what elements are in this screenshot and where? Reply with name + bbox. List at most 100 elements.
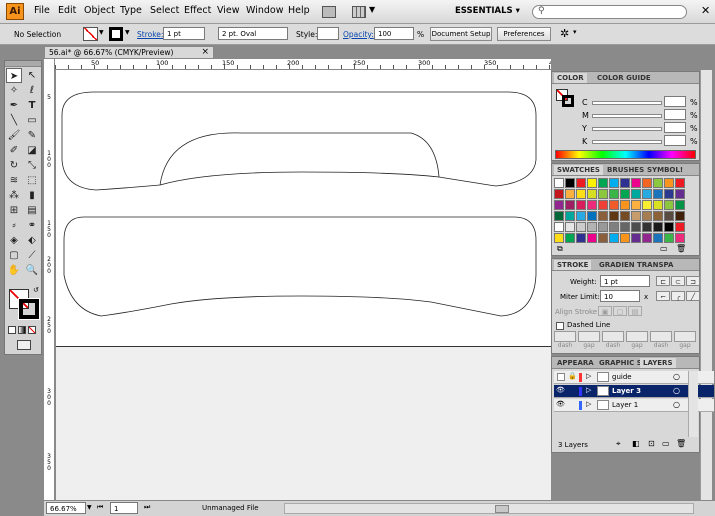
swap-fill-stroke-icon[interactable]: ↺ [33, 286, 39, 294]
rectangle-tool-icon[interactable]: ▭ [24, 113, 40, 128]
channel-slider[interactable] [592, 140, 662, 144]
color-swatch[interactable] [642, 233, 652, 243]
align-outside-icon[interactable]: ▤ [628, 306, 642, 316]
horizontal-ruler[interactable]: 50 100 150 200 250 300 350 400 450 [55, 59, 551, 70]
eyedropper-tool-icon[interactable]: ⸗ [6, 218, 22, 233]
lock-icon[interactable]: 🔒 [568, 372, 577, 380]
color-swatch[interactable] [554, 222, 564, 232]
opacity-label[interactable]: Opacity: [343, 30, 374, 39]
color-swatch[interactable] [642, 200, 652, 210]
color-swatch[interactable] [620, 200, 630, 210]
color-swatch[interactable] [642, 178, 652, 188]
vertical-scrollbar[interactable] [700, 70, 712, 500]
color-swatch[interactable] [598, 178, 608, 188]
stroke-weight-field[interactable]: 1 pt [163, 27, 205, 40]
color-swatch[interactable] [598, 200, 608, 210]
eraser-tool-icon[interactable]: ◪ [24, 143, 40, 158]
paintbrush-tool-icon[interactable]: 🖌 [6, 128, 22, 143]
color-spectrum[interactable] [555, 150, 696, 159]
new-sublayer-icon[interactable]: ⊡ [648, 439, 655, 448]
delete-swatch-icon[interactable]: 🗑 [676, 244, 686, 253]
pasteboard[interactable] [56, 346, 551, 500]
color-swatch[interactable] [554, 189, 564, 199]
color-swatch[interactable] [653, 200, 663, 210]
line-tool-icon[interactable]: ╲ [6, 113, 22, 128]
color-swatch[interactable] [664, 189, 674, 199]
vertical-ruler[interactable]: 5 1 0 0 1 5 0 2 0 0 2 5 0 3 0 0 3 5 0 [44, 59, 55, 500]
channel-slider[interactable] [592, 114, 662, 118]
target-circle-icon[interactable]: ○ [673, 400, 680, 409]
search-input[interactable]: ⚲ [532, 5, 687, 19]
selection-tool-icon[interactable]: ➤ [6, 68, 22, 83]
delete-layer-icon[interactable]: 🗑 [676, 439, 686, 448]
stroke-box[interactable] [18, 298, 40, 320]
color-swatch[interactable] [653, 189, 663, 199]
expand-triangle-icon[interactable]: ▷ [586, 400, 591, 408]
dash-field[interactable]: dash [554, 331, 576, 353]
tab-symbols[interactable]: SYMBOL! [644, 165, 686, 175]
target-circle-icon[interactable]: ○ [673, 386, 680, 395]
color-swatch[interactable] [664, 222, 674, 232]
align-center-icon[interactable]: ▣ [598, 306, 612, 316]
color-swatch[interactable] [565, 211, 575, 221]
color-swatch[interactable] [587, 200, 597, 210]
color-swatch[interactable] [631, 178, 641, 188]
gradient-mode-icon[interactable] [18, 326, 26, 334]
color-swatch[interactable] [642, 211, 652, 221]
channel-slider[interactable] [592, 101, 662, 105]
color-swatch[interactable] [620, 211, 630, 221]
color-swatch[interactable] [598, 233, 608, 243]
visibility-eye-icon[interactable]: 👁 [556, 386, 565, 394]
channel-value[interactable] [664, 135, 686, 146]
tab-transparency[interactable]: TRANSPA [634, 260, 676, 270]
color-swatch[interactable] [565, 233, 575, 243]
lasso-tool-icon[interactable]: ℓ [24, 83, 40, 98]
color-swatch[interactable] [587, 233, 597, 243]
color-swatch[interactable] [620, 233, 630, 243]
artboard-tool-icon[interactable]: ▢ [6, 248, 22, 263]
arrange-documents-icon[interactable] [352, 6, 366, 18]
warp-tool-icon[interactable]: ≋ [6, 173, 22, 188]
color-swatch[interactable] [675, 222, 685, 232]
channel-slider[interactable] [592, 127, 662, 131]
gap-field[interactable]: gap [578, 331, 600, 353]
color-swatch[interactable] [565, 189, 575, 199]
visibility-eye-icon[interactable]: 👁 [556, 400, 565, 408]
color-swatch[interactable] [653, 222, 663, 232]
document-setup-button[interactable]: Document Setup [430, 27, 492, 41]
rotate-tool-icon[interactable]: ↻ [6, 158, 22, 173]
color-swatch[interactable] [653, 233, 663, 243]
color-swatch[interactable] [631, 233, 641, 243]
tab-layers[interactable]: LAYERS [640, 358, 676, 368]
color-swatch[interactable] [609, 233, 619, 243]
color-swatch[interactable] [664, 178, 674, 188]
opacity-field[interactable]: 100 [374, 27, 414, 40]
expand-triangle-icon[interactable]: ▷ [586, 372, 591, 380]
screen-mode-icon[interactable] [17, 340, 31, 350]
chevron-down-icon[interactable]: ▼ [87, 504, 92, 511]
scrollbar-thumb[interactable] [495, 505, 509, 513]
chevron-down-icon[interactable]: ▼ [369, 5, 375, 14]
locate-object-icon[interactable]: ⌖ [616, 439, 621, 449]
miter-join-icon[interactable]: ⌐ [656, 291, 670, 301]
chevron-down-icon[interactable]: ▼ [99, 29, 104, 36]
color-swatch[interactable] [609, 211, 619, 221]
first-artboard-icon[interactable]: ⏮ [97, 503, 103, 512]
menu-help[interactable]: Help [288, 5, 310, 16]
pen-tool-icon[interactable]: ✒ [6, 98, 22, 113]
direct-selection-tool-icon[interactable]: ↖ [24, 68, 40, 83]
hand-tool-icon[interactable]: ✋ [6, 263, 22, 278]
color-swatch[interactable] [620, 178, 630, 188]
stroke-swatch[interactable] [109, 27, 123, 41]
color-swatch[interactable] [598, 222, 608, 232]
color-mode-icon[interactable] [8, 326, 16, 334]
color-swatch[interactable] [653, 178, 663, 188]
color-swatch[interactable] [609, 222, 619, 232]
color-swatch[interactable] [631, 200, 641, 210]
panel-menu-icon[interactable]: ▾ [573, 28, 577, 36]
zoom-level-field[interactable]: 66.67% [46, 502, 86, 514]
swatch-library-menu-icon[interactable]: ⧉ [557, 244, 563, 254]
color-swatch[interactable] [609, 178, 619, 188]
close-icon[interactable]: ✕ [701, 4, 710, 17]
color-swatch[interactable] [554, 200, 564, 210]
